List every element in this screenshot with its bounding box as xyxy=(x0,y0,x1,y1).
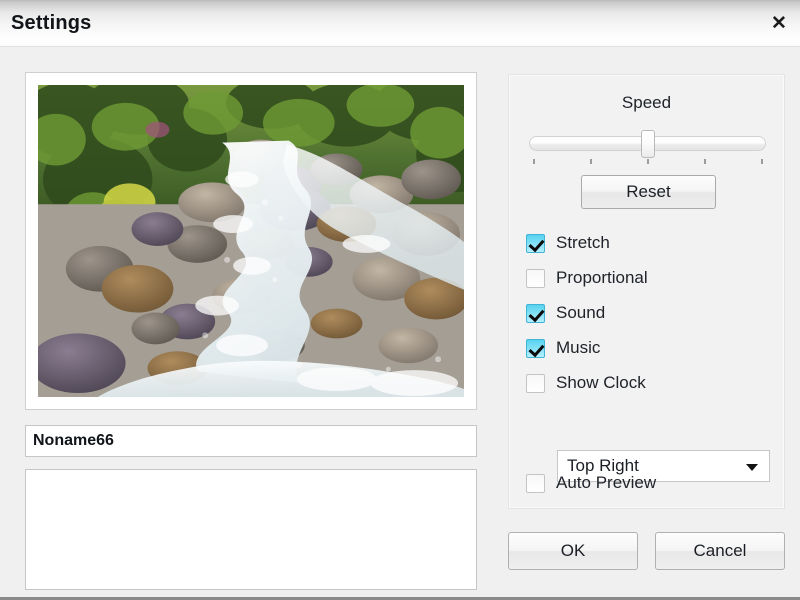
ok-button[interactable]: OK xyxy=(508,532,638,570)
checkbox-label-music: Music xyxy=(556,338,601,357)
checkbox-auto-preview-icon[interactable] xyxy=(526,473,545,493)
checkbox-row-auto-preview[interactable]: Auto Preview xyxy=(526,470,656,496)
slider-thumb[interactable] xyxy=(641,130,655,158)
title-bar: Settings ✕ xyxy=(0,0,800,47)
close-icon[interactable]: ✕ xyxy=(766,12,792,36)
slider-tick xyxy=(647,159,649,164)
chevron-down-icon[interactable] xyxy=(746,464,758,471)
checkbox-label-sound: Sound xyxy=(556,303,606,322)
preview-frame xyxy=(25,72,477,410)
slider-tick xyxy=(704,159,706,164)
slider-tick xyxy=(761,159,763,164)
options-group-box: Speed Reset Stretch Proportional Sound M… xyxy=(508,74,785,509)
checkbox-label-auto-preview: Auto Preview xyxy=(556,473,657,492)
page-title: Settings xyxy=(11,12,92,34)
checkbox-row-music[interactable]: Music xyxy=(526,335,600,361)
checkbox-row-sound[interactable]: Sound xyxy=(526,300,605,326)
speed-label: Speed xyxy=(621,93,672,112)
notes-textarea[interactable] xyxy=(25,469,477,590)
checkbox-row-proportional[interactable]: Proportional xyxy=(526,265,648,291)
slider-tick xyxy=(590,159,592,164)
reset-button[interactable]: Reset xyxy=(581,175,716,209)
checkbox-show-clock-icon[interactable] xyxy=(526,373,545,393)
checkbox-row-stretch[interactable]: Stretch xyxy=(526,230,610,256)
checkbox-music-icon[interactable] xyxy=(526,338,545,358)
checkbox-sound-icon[interactable] xyxy=(526,303,545,323)
checkbox-stretch-icon[interactable] xyxy=(526,233,545,253)
checkbox-label-show-clock: Show Clock xyxy=(556,373,646,392)
settings-dialog-window: Settings ✕ Noname66 Speed Reset Stretch … xyxy=(0,0,800,600)
dialog-body: Noname66 Speed Reset Stretch Proportiona… xyxy=(0,47,800,597)
checkbox-row-show-clock[interactable]: Show Clock xyxy=(526,370,646,396)
name-input[interactable]: Noname66 xyxy=(25,425,477,457)
checkbox-label-proportional: Proportional xyxy=(556,268,648,287)
cancel-button[interactable]: Cancel xyxy=(655,532,785,570)
checkbox-proportional-icon[interactable] xyxy=(526,268,545,288)
speed-slider[interactable] xyxy=(529,130,766,164)
preview-image[interactable] xyxy=(38,85,464,397)
checkbox-label-stretch: Stretch xyxy=(556,233,610,252)
slider-tick xyxy=(533,159,535,164)
